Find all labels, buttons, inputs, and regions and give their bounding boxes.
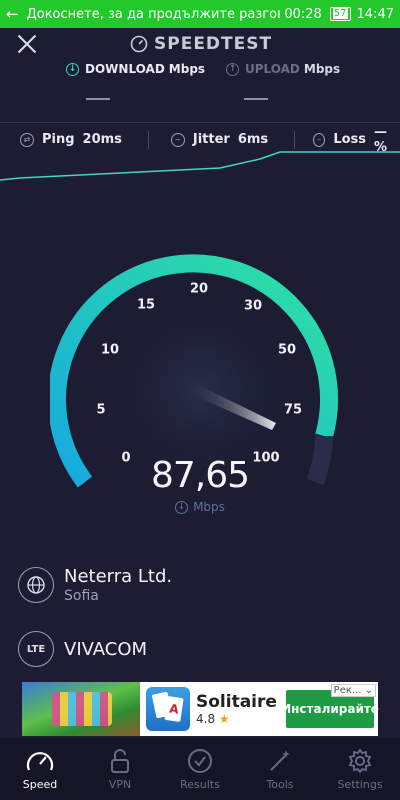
loss-label: Loss [333,132,367,147]
gauge-tick-75: 75 [283,402,303,418]
upload-arrow-icon: ↑ [226,62,239,76]
lock-icon [111,748,129,773]
ad-rating: 4.8 ★ [196,712,286,726]
ping-icon: ⇄ [20,132,34,147]
battery-icon: 57 [329,7,351,21]
ongoing-call-text[interactable]: Докоснете, за да продължите разгово... [27,7,281,22]
gauge-tick-5: 5 [96,402,106,418]
gear-icon [348,747,372,774]
tab-vpn-label: VPN [108,777,132,791]
call-timer: 00:28 [284,6,322,22]
download-label: DOWNLOAD [85,62,165,76]
download-arrow-icon: ↓ [66,62,79,76]
tab-tools[interactable]: Tools [240,738,320,800]
provider-name: VIVACOM [64,638,148,660]
star-icon: ★ [218,712,230,726]
upload-unit: Mbps [303,62,341,76]
server-name: Neterra Ltd. [64,566,173,587]
upload-header: ↑ UPLOAD Mbps [226,62,340,76]
magic-wand-icon [270,749,290,771]
bottom-navigation: Speed VPN Results Tools Settings [0,738,400,800]
loss-icon: – [313,132,326,147]
download-value-placeholder [86,98,110,100]
gauge-tick-30: 30 [243,298,263,314]
speed-unit: ↓ Mbps [0,500,400,514]
jitter-stat: ~ Jitter 6ms [170,132,269,147]
ad-tag-label: Рек... [333,685,362,696]
divider [294,130,296,149]
tab-settings-label: Settings [337,777,383,791]
speed-unit-label: Mbps [193,500,225,514]
tab-settings[interactable]: Settings [320,738,400,800]
back-arrow-icon[interactable]: ← [6,5,19,23]
ad-title[interactable]: Solitaire [196,692,286,712]
speedometer-logo-icon [130,35,148,53]
tab-speed-label: Speed [22,777,58,791]
provider-info: LTE VIVACOM [18,631,147,667]
tab-results-label: Results [180,777,220,791]
server-selector[interactable]: Neterra Ltd. Sofia [18,566,172,604]
ad-rating-value: 4.8 [196,712,216,726]
upload-label: UPLOAD [245,62,300,76]
battery-level: 57 [332,8,348,19]
close-icon[interactable] [14,32,40,58]
gauge-tick-15: 15 [136,297,156,313]
speedometer-icon [26,751,54,770]
tab-speed[interactable]: Speed [0,738,80,800]
ping-value: 20ms [82,132,122,147]
ad-banner[interactable]: Solitaire 4.8 ★ Инсталирайте Рек... ⌄ [22,682,379,736]
lte-badge-icon: LTE [18,631,54,667]
download-arrow-icon: ↓ [175,500,189,514]
ad-game-image[interactable] [22,682,140,736]
jitter-icon: ~ [170,132,185,147]
check-circle-icon [188,748,212,773]
ping-label: Ping [42,132,75,147]
status-bar[interactable]: ← Докоснете, за да продължите разгово...… [0,0,400,28]
solitaire-app-icon[interactable] [146,687,190,731]
tab-vpn[interactable]: VPN [80,738,160,800]
clock: 14:47 [356,6,394,22]
speed-trace-graph [0,151,400,181]
ad-choices-tag[interactable]: Рек... ⌄ [330,684,376,697]
brand-name: SPEEDTEST [154,34,273,54]
speed-value: 87,65 [150,455,250,496]
gauge-tick-50: 50 [277,342,297,358]
divider [147,130,149,149]
download-unit: Mbps [168,62,206,76]
gauge-tick-10: 10 [100,342,120,358]
server-city: Sofia [64,588,99,604]
chevron-down-icon: ⌄ [361,685,373,696]
download-header: ↓ DOWNLOAD Mbps [66,62,205,76]
jitter-label: Jitter [192,132,230,147]
globe-icon [18,567,54,603]
gauge-tick-20: 20 [189,281,209,297]
app-logo: SPEEDTEST [130,34,272,54]
tab-results[interactable]: Results [160,738,240,800]
ping-stat: ⇄ Ping 20ms [20,132,122,147]
jitter-value: 6ms [237,132,269,147]
tab-tools-label: Tools [266,777,294,791]
upload-value-placeholder [244,98,268,100]
